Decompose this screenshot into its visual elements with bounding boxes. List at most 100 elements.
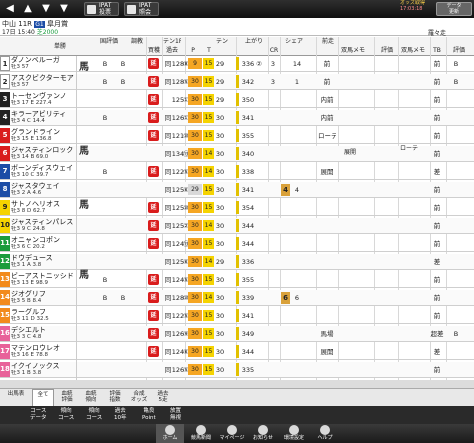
horse-row[interactable]: 2 アスクビクターモア 牡3 57 B B 同 128 ⑤ 29 342 3 1 前前 B 延 30 15 [0,74,474,90]
data-tab-button[interactable]: 過去 10年 [114,408,127,421]
share-value [292,275,302,285]
view-tab[interactable]: 血統 傾向 [80,389,102,407]
race-time: 15:40 [17,29,35,36]
horse-detail: 牡3 3 C 4.8 [11,334,42,340]
ten-t-box: 30 [188,292,202,303]
encho-badge: 延 [148,274,159,285]
col-agari: 上がり [244,38,263,45]
ten-yellow-box: 15 [203,202,214,213]
horse-name[interactable]: マテンロウレオ [11,344,75,352]
data-tab-button[interactable]: 傾向 コース [86,408,102,421]
horse-row[interactable]: 17 マテンロウレオ 牡3 16 E 78.8 同 124 ⑥ 30 344 展開差延 30 15 [0,344,474,360]
tb-value: 前 [433,312,441,320]
horse-name[interactable]: イクイノックス [11,362,75,370]
horse-row[interactable]: 1 ダノンベルーガ 牡3 57 B B 同 128 ⑧ 29 336 ② 3 14 前前 B 延 9 15 [0,56,474,72]
ipat-inquiry-button[interactable]: IPAT 照会 [124,2,159,16]
uma-label: 馬 [79,146,89,157]
horse-name[interactable]: トーセンヴァンノ [11,92,75,100]
ten-t-box: 9 [188,58,202,69]
agari-value: 344 [241,240,255,248]
horse-name[interactable]: ジオグリフ [11,290,75,298]
horse-name[interactable]: サトノヘリオス [11,200,75,208]
col-chokyo: 調教 [130,38,143,45]
horse-row[interactable]: 7 ボーンディスウェイ 牡3 10 C 39.7 B 同 122 ⑤ 30 338 展開差延 30 1… [0,164,474,180]
kokuhyo-a: B [102,168,108,176]
ipat-vote-label: IPAT 投票 [99,2,112,16]
horse-name[interactable]: オニャンコポン [11,236,75,244]
data-tab-button[interactable]: 亀良 Point [142,408,156,421]
kokuhyo-b [118,95,128,105]
ipat-icon [87,5,96,14]
kokuhyo-b [118,275,128,285]
share-value: 6 [294,294,300,302]
data-tab-button[interactable]: 放置 無視 [170,408,181,421]
horse-name[interactable]: デシエルト [11,326,75,334]
kokuhyo-a [100,131,110,141]
agari-rank [255,347,263,357]
ten-p: 30 [215,222,225,230]
horse-name[interactable]: ジャスタウェイ [11,182,75,190]
footer-button[interactable]: ヘルプ [311,424,339,443]
horse-name[interactable]: グランドライン [11,128,75,136]
horse-number: 9 [0,200,10,215]
horse-row[interactable]: 15 ラーグルフ 牡3 11 D 32.5 同 122 ⑤ 30 341 前延 30 15 [0,308,474,324]
ten-p: 29 [215,258,225,266]
agari-rank [255,95,263,105]
ten-t-box: 30 [188,310,202,321]
footer-button[interactable]: お知らせ [249,424,277,443]
horse-name[interactable]: ラーグルフ [11,308,75,316]
footer-button[interactable]: ホーム [156,424,184,443]
horse-row[interactable]: 5 グランドライン 牡3 15 E 136.8 同 121 ⑩ 30 355 ローテ前延 30 15 [0,128,474,144]
memo2-note: ローテ [400,145,419,152]
horse-row[interactable]: 3 トーセンヴァンノ 牡3 17 E 227.4 125 ① 29 350 内前前延 30 15 [0,92,474,108]
horse-name[interactable]: ジャスティンロック [11,146,75,154]
ten-t-box: 30 [188,112,202,123]
horse-name[interactable]: ボーンディスウェイ [11,164,75,172]
footer-button[interactable]: 競馬新聞 [187,424,215,443]
horse-row[interactable]: 8 ジャスタウェイ 牡3 2 A 4.6 同 125 ⑥ 30 341 4 前 29 15 4 [0,182,474,198]
horse-row[interactable]: 12 ドウデュース 牡3 1 A 3.8 同 125 ⑥ 29 336 差 30 14 [0,254,474,270]
horse-row[interactable]: 14 ジオグリフ 牡3 5 B 8.4 B B 同 128 ⑩ 30 339 6 前延 30 14 6 [0,290,474,306]
view-tab[interactable]: 過去 5走 [152,389,174,407]
back-icon[interactable]: ◀ [4,3,16,15]
down-arrow-icon-2[interactable]: ▼ [58,3,70,15]
ipat-vote-button[interactable]: IPAT 投票 [84,2,119,16]
horse-name[interactable]: ジャスティンパレス [11,218,75,226]
footer-button[interactable]: 環境設定 [280,424,308,443]
horse-row[interactable]: 4 キラーアビリティ 牡3 4 C 14.4 B 同 126 ① 30 341 内前前延 30 15 [0,110,474,126]
view-tab[interactable]: 全て [32,389,54,407]
horse-row[interactable]: 11 オニャンコポン 牡3 6 C 20.2 同 124 ⑬ 30 344 前延 30 15 [0,236,474,252]
horse-name[interactable]: ダノンベルーガ [11,56,75,64]
hyoka2-value [450,293,462,303]
divider-bar [236,345,239,358]
horse-row[interactable]: 13 ビーアストニッシド 牡3 13 E 98.9 B 同 124 ⑤ 30 355 前延 30 15 [0,272,474,288]
view-tab[interactable]: 血統 評価 [56,389,78,407]
zenso-note: 馬場 [320,330,334,338]
view-tab[interactable]: 評価 指数 [104,389,126,407]
horse-detail: 牡3 8 D 62.7 [11,208,46,214]
down-arrow-icon[interactable]: ▼ [40,3,52,15]
horse-name[interactable]: ビーアストニッシド [11,272,75,280]
horse-name[interactable]: ドウデュース [11,254,75,262]
footer-button[interactable]: マイページ [218,424,246,443]
zenso-note [318,365,336,375]
horse-number: 13 [0,272,10,287]
divider-bar [236,219,239,232]
up-arrow-icon[interactable]: ▲ [22,3,34,15]
kokuhyo-b [118,203,128,213]
horse-row[interactable]: 18 イクイノックス 牡3 1 B 3.8 同 126 ⑤ 30 335 前 30 15 [0,362,474,378]
view-tab[interactable]: 合成 オッズ [128,389,150,407]
horse-row[interactable]: 10 ジャスティンパレス 牡3 9 C 24.8 同 125 ② 30 344 前延 30 14 [0,218,474,234]
horse-name[interactable]: アスクビクターモア [11,74,75,82]
horse-row[interactable]: 9 サトノヘリオス 牡3 8 D 62.7 同 125 ⑩ 30 354 前延 30 15 [0,200,474,216]
horse-detail: 牡3 4 C 14.4 [11,118,45,124]
cr-value [268,221,278,231]
view-tab[interactable]: 出馬表 [2,389,30,407]
data-tab-button[interactable]: 傾向 コース [58,408,74,421]
horse-row[interactable]: 16 デシエルト 牡3 3 C 4.8 同 126 ⑨ 30 349 馬場 超差 B 延 30 15 [0,326,474,342]
horse-name[interactable]: キラーアビリティ [11,110,75,118]
ten-p: 30 [215,204,225,212]
data-update-button[interactable]: データ 更新 [436,2,472,16]
ten-t-box: 30 [188,220,202,231]
data-tab-button[interactable]: コース データ [30,408,47,421]
